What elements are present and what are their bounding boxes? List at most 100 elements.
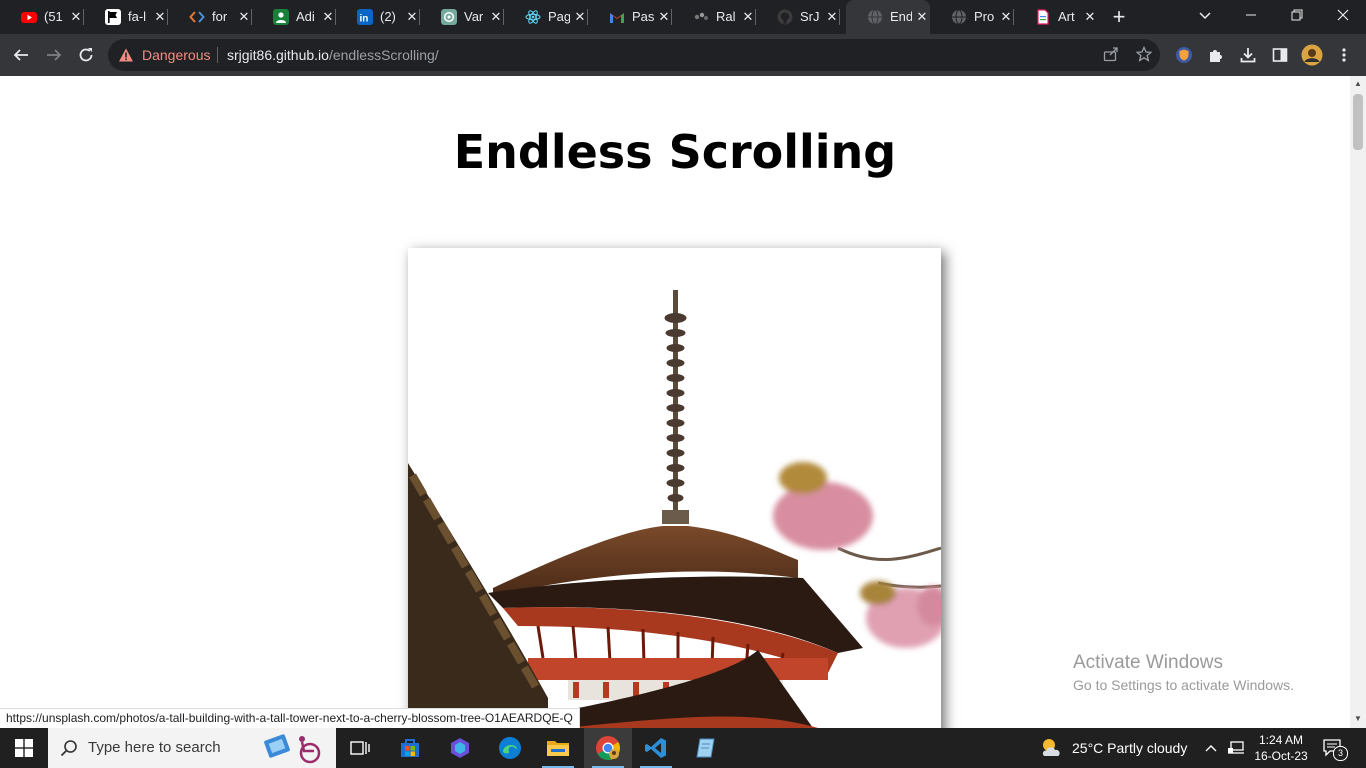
gmail-icon xyxy=(610,13,624,23)
search-placeholder: Type here to search xyxy=(88,739,221,756)
watermark-subtitle: Go to Settings to activate Windows. xyxy=(1073,677,1294,693)
close-icon[interactable]: ✕ xyxy=(322,9,334,25)
tab-ral[interactable]: Ral ✕ xyxy=(672,0,756,34)
scroll-down-arrow-icon[interactable]: ▼ xyxy=(1353,714,1363,724)
share-button[interactable] xyxy=(1102,46,1120,64)
tab-search-button[interactable] xyxy=(1182,0,1228,30)
tab-title: (51 xyxy=(44,9,63,24)
restore-button[interactable] xyxy=(1274,0,1320,30)
omnibox-divider xyxy=(217,47,218,63)
file-explorer-button[interactable] xyxy=(534,728,582,768)
tab-fa-flag[interactable]: fa-l ✕ xyxy=(84,0,168,34)
arrow-left-icon xyxy=(13,49,28,61)
chrome-button[interactable] xyxy=(584,728,632,768)
close-icon[interactable]: ✕ xyxy=(574,9,586,25)
menu-button[interactable] xyxy=(1332,43,1356,67)
warning-icon[interactable] xyxy=(118,47,134,63)
vscode-button[interactable] xyxy=(632,728,680,768)
tab-art[interactable]: Art ✕ xyxy=(1014,0,1098,34)
tab-chatgpt[interactable]: Var ✕ xyxy=(420,0,504,34)
youtube-icon xyxy=(21,12,37,23)
forward-button[interactable] xyxy=(42,43,66,67)
notepad-icon xyxy=(696,738,715,758)
close-icon[interactable]: ✕ xyxy=(1000,9,1012,25)
close-icon[interactable]: ✕ xyxy=(1084,9,1096,25)
tab-title: Art xyxy=(1058,9,1075,24)
page-scrollbar[interactable]: ▲ ▼ xyxy=(1350,76,1366,728)
tab-endless-scrolling[interactable]: End ✕ xyxy=(846,0,930,34)
avatar xyxy=(1301,44,1323,66)
edge-icon xyxy=(499,737,521,759)
scroll-up-arrow-icon[interactable]: ▲ xyxy=(1353,79,1363,89)
side-panel-button[interactable] xyxy=(1268,43,1292,67)
close-icon[interactable]: ✕ xyxy=(742,9,754,25)
close-icon[interactable]: ✕ xyxy=(826,9,838,25)
tab-title: Pag xyxy=(548,9,570,24)
taskbar-search[interactable]: Type here to search xyxy=(48,728,336,768)
close-icon[interactable]: ✕ xyxy=(238,9,250,25)
notification-center-button[interactable]: 3 xyxy=(1323,738,1348,761)
svg-text:in: in xyxy=(360,14,369,25)
url-text[interactable]: srjgit86.github.io/endlessScrolling/ xyxy=(227,47,439,63)
show-hidden-icons-button[interactable] xyxy=(1201,738,1221,758)
github-icon xyxy=(777,9,793,25)
microsoft-store-button[interactable] xyxy=(386,728,434,768)
close-icon[interactable]: ✕ xyxy=(490,9,502,25)
search-highlight-icon xyxy=(264,734,321,764)
bookmark-button[interactable] xyxy=(1135,45,1153,64)
tab-adi[interactable]: Adi ✕ xyxy=(252,0,336,34)
copilot-button[interactable] xyxy=(436,728,484,768)
close-icon[interactable]: ✕ xyxy=(154,9,166,25)
tab-youtube[interactable]: (51 ✕ xyxy=(0,0,84,34)
new-tab-button[interactable]: + xyxy=(1108,6,1130,28)
tab-title: Var xyxy=(464,9,484,24)
notification-count-badge: 3 xyxy=(1333,746,1348,761)
minimize-icon xyxy=(1246,14,1256,16)
tab-github[interactable]: SrJ ✕ xyxy=(756,0,840,34)
minimize-button[interactable] xyxy=(1228,0,1274,30)
tab-pro[interactable]: Pro ✕ xyxy=(930,0,1014,34)
taskbar-clock[interactable]: 1:24 AM 16-Oct-23 xyxy=(1252,732,1310,764)
weather-partly-cloudy-icon[interactable] xyxy=(1039,736,1065,760)
extension-shield-button[interactable] xyxy=(1172,43,1196,67)
edge-button[interactable] xyxy=(486,728,534,768)
tab-title: fa-l xyxy=(128,9,147,24)
extensions-button[interactable] xyxy=(1204,43,1228,67)
side-panel-icon xyxy=(1272,48,1288,62)
back-button[interactable] xyxy=(9,43,33,67)
task-view-icon xyxy=(350,741,370,755)
close-window-button[interactable] xyxy=(1320,0,1366,30)
tab-linkedin[interactable]: in (2) ✕ xyxy=(336,0,420,34)
clock-time: 1:24 AM xyxy=(1258,733,1304,747)
reload-button[interactable] xyxy=(74,43,98,67)
task-view-button[interactable] xyxy=(336,728,384,768)
puzzle-icon xyxy=(1210,50,1222,62)
close-icon[interactable]: ✕ xyxy=(406,9,418,25)
close-icon[interactable]: ✕ xyxy=(916,9,928,25)
close-icon[interactable]: ✕ xyxy=(70,9,82,25)
profile-button[interactable] xyxy=(1300,43,1324,67)
photo-card[interactable] xyxy=(408,248,941,728)
dots-logo-icon xyxy=(694,12,708,20)
clock-date: 16-Oct-23 xyxy=(1254,749,1308,763)
microsoft-store-icon xyxy=(401,739,419,757)
copilot-icon xyxy=(451,738,469,758)
tab-code[interactable]: for ✕ xyxy=(168,0,252,34)
pagoda-photo[interactable] xyxy=(408,248,941,728)
close-icon[interactable]: ✕ xyxy=(658,9,670,25)
start-button[interactable] xyxy=(0,728,48,768)
network-button[interactable] xyxy=(1226,738,1246,758)
tab-title: End xyxy=(890,9,912,24)
address-bar[interactable]: Dangerous srjgit86.github.io/endlessScro… xyxy=(108,39,1160,71)
tab-gmail[interactable]: Pas ✕ xyxy=(588,0,672,34)
weather-text[interactable]: 25°C Partly cloudy xyxy=(1072,740,1187,756)
globe-icon xyxy=(952,9,966,25)
notepad-button[interactable] xyxy=(682,728,730,768)
tab-title: Pro xyxy=(974,9,995,24)
url-path: /endlessScrolling/ xyxy=(328,47,439,63)
scroll-thumb[interactable] xyxy=(1353,94,1363,150)
security-status-label[interactable]: Dangerous xyxy=(142,47,211,63)
downloads-button[interactable] xyxy=(1236,43,1260,67)
tab-react[interactable]: Pag ✕ xyxy=(504,0,588,34)
shield-extension-icon xyxy=(1176,47,1192,63)
